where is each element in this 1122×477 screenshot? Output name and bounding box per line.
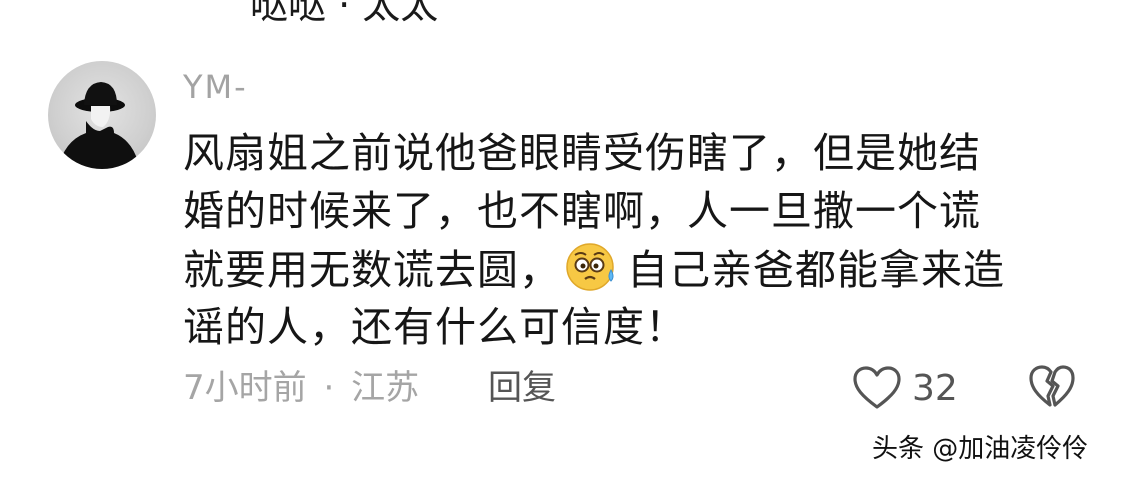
username[interactable]: YM- (183, 66, 248, 108)
dislike-button[interactable] (1028, 364, 1076, 410)
location: 江苏 (351, 368, 420, 408)
comment-line-part: 就要用无数谎去圆， (183, 246, 561, 294)
like-count: 32 (912, 367, 958, 409)
comment-line: 就要用无数谎去圆， 自己亲爸都能拿来造 (183, 240, 1083, 298)
watermark: 头条 @加油凌伶伶 (872, 434, 1089, 464)
meta-separator: · (323, 368, 335, 408)
comment-line: 谣的人，还有什么可信度！ (183, 303, 687, 351)
avatar[interactable] (48, 61, 156, 169)
broken-heart-icon (1029, 365, 1075, 407)
comment-item: YM- 风扇姐之前说他爸眼睛受伤瞎了，但是她结 婚的时候来了，也不瞎啊，人一旦撒… (0, 0, 1122, 477)
comment-text: 风扇姐之前说他爸眼睛受伤瞎了，但是她结 婚的时候来了，也不瞎啊，人一旦撒一个谎 … (183, 124, 1083, 356)
woozy-sweat-emoji-icon (566, 243, 614, 291)
comment-line: 婚的时候来了，也不瞎啊，人一旦撒一个谎 (183, 187, 981, 235)
timestamp: 7小时前 (183, 368, 307, 408)
avatar-image (58, 82, 140, 169)
like-button[interactable]: 32 (852, 362, 958, 414)
comment-line: 风扇姐之前说他爸眼睛受伤瞎了，但是她结 (183, 129, 981, 177)
heart-outline-icon (853, 366, 901, 409)
comment-meta: 7小时前 · 江苏 (183, 366, 419, 410)
comment-line-part: 自己亲爸都能拿来造 (627, 246, 1005, 294)
reply-button[interactable]: 回复 (488, 366, 556, 410)
